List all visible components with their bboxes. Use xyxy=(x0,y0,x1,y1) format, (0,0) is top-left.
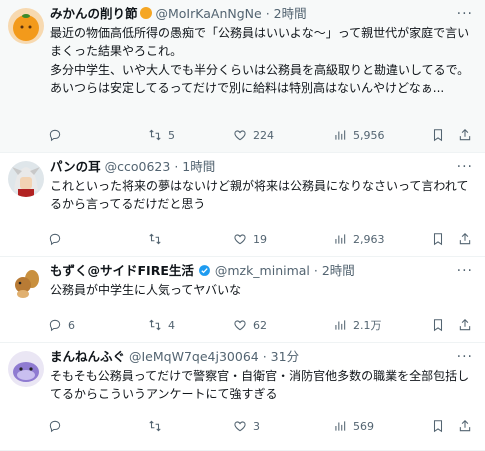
avatar[interactable] xyxy=(8,8,44,44)
tweet-header: まんねんふぐ @IeMqW7qe4j30064 · 31分 xyxy=(50,349,455,365)
bookmark-button[interactable] xyxy=(431,126,445,144)
retweet-button[interactable] xyxy=(148,417,168,435)
tweet-text: 公務員が中学生に人気ってヤバいな xyxy=(50,283,242,297)
action-bar: 19 2,963 xyxy=(48,230,473,248)
retweet-icon xyxy=(149,319,161,331)
retweet-button[interactable]: 4 xyxy=(148,316,175,334)
like-count: 19 xyxy=(253,232,267,246)
like-button[interactable]: 3 xyxy=(233,417,260,435)
like-icon xyxy=(234,421,246,432)
reply-button[interactable] xyxy=(48,417,68,435)
tweet-item[interactable]: パンの耳 @cco0623 · 1時間 ··· これといった将来の夢はないけど親… xyxy=(0,153,485,257)
retweet-icon xyxy=(149,129,161,141)
share-icon xyxy=(459,129,471,141)
handle[interactable]: @IeMqW7qe4j30064 xyxy=(129,349,259,364)
reply-count: 6 xyxy=(68,318,75,332)
reply-icon xyxy=(49,420,61,433)
tweet-header: もずく@サイドFIRE生活 @mzk_minimal · 2時間 xyxy=(50,263,455,279)
tweet-header: みかんの削り節 @MoIrKaAnNgNe · 2時間 xyxy=(50,6,455,22)
bookmark-icon xyxy=(433,420,443,433)
action-bar: 3 569 xyxy=(48,417,473,435)
handle[interactable]: @cco0623 xyxy=(105,159,171,174)
views-count: 569 xyxy=(353,419,374,433)
like-count: 3 xyxy=(253,419,260,433)
reply-icon xyxy=(49,233,61,246)
bookmark-button[interactable] xyxy=(431,316,445,334)
reply-icon xyxy=(49,129,61,142)
bookmark-icon xyxy=(433,319,443,332)
views-button[interactable]: 2.1万 xyxy=(333,316,382,334)
more-icon[interactable]: ··· xyxy=(457,349,473,365)
tweet-header: パンの耳 @cco0623 · 1時間 xyxy=(50,159,455,175)
bookmark-button[interactable] xyxy=(431,417,445,435)
retweet-icon xyxy=(149,233,161,245)
handle[interactable]: @MoIrKaAnNgNe xyxy=(156,6,262,21)
like-count: 62 xyxy=(253,318,267,332)
retweet-icon xyxy=(149,420,161,432)
tweet-item[interactable]: もずく@サイドFIRE生活 @mzk_minimal · 2時間 ··· 公務員… xyxy=(0,257,485,343)
more-icon[interactable]: ··· xyxy=(457,159,473,175)
display-name[interactable]: パンの耳 xyxy=(50,159,101,174)
display-name[interactable]: まんねんふぐ xyxy=(50,349,125,364)
bookmark-icon xyxy=(433,129,443,142)
action-bar: 6 4 62 2.1万 xyxy=(48,316,473,334)
tweet-text: そもそも公務員ってだけで警察官・自衛官・消防官他多数の職業を全部包括してるからこ… xyxy=(50,369,470,402)
reply-button[interactable] xyxy=(48,230,68,248)
like-button[interactable]: 19 xyxy=(233,230,267,248)
timestamp[interactable]: · 1時間 xyxy=(174,159,215,174)
retweet-button[interactable] xyxy=(148,230,168,248)
timestamp[interactable]: · 31分 xyxy=(263,349,299,364)
share-icon xyxy=(459,233,471,245)
action-bar: 5 224 5,956 xyxy=(48,126,473,144)
tweet-item[interactable]: みかんの削り節 @MoIrKaAnNgNe · 2時間 ··· 最近の物価高低所… xyxy=(0,0,485,153)
views-count: 2.1万 xyxy=(353,319,382,332)
more-icon[interactable]: ··· xyxy=(457,6,473,22)
tweet-item[interactable]: まんねんふぐ @IeMqW7qe4j30064 · 31分 ··· そもそも公務… xyxy=(0,343,485,451)
tweet-text: これといった将来の夢はないけど親が将来は公務員になりなさいって言われてるから言っ… xyxy=(50,179,469,212)
share-button[interactable] xyxy=(458,417,472,435)
orange-emoji-icon xyxy=(139,7,152,19)
like-count: 224 xyxy=(253,128,274,142)
reply-button[interactable] xyxy=(48,126,68,144)
reply-button[interactable]: 6 xyxy=(48,316,75,334)
views-button[interactable]: 2,963 xyxy=(333,230,385,248)
avatar[interactable] xyxy=(8,265,44,301)
handle[interactable]: @mzk_minimal xyxy=(215,263,310,278)
tweet-text: 最近の物価高低所得の愚痴で「公務員はいいよな〜」って親世代が家庭で言いまくった結… xyxy=(50,26,470,96)
bookmark-button[interactable] xyxy=(431,230,445,248)
views-icon xyxy=(335,234,346,244)
like-button[interactable]: 224 xyxy=(233,126,274,144)
timestamp[interactable]: · 2時間 xyxy=(266,6,307,21)
more-icon[interactable]: ··· xyxy=(457,263,473,279)
views-button[interactable]: 569 xyxy=(333,417,374,435)
views-count: 2,963 xyxy=(353,232,385,246)
verified-icon xyxy=(198,263,211,278)
views-icon xyxy=(335,130,346,140)
like-icon xyxy=(234,234,246,245)
share-button[interactable] xyxy=(458,230,472,248)
share-button[interactable] xyxy=(458,126,472,144)
avatar[interactable] xyxy=(8,351,44,387)
like-button[interactable]: 62 xyxy=(233,316,267,334)
views-count: 5,956 xyxy=(353,128,385,142)
timestamp[interactable]: · 2時間 xyxy=(314,263,355,278)
share-icon xyxy=(459,420,471,432)
like-icon xyxy=(234,130,246,141)
like-icon xyxy=(234,320,246,331)
views-icon xyxy=(335,421,346,431)
share-icon xyxy=(459,319,471,331)
display-name[interactable]: みかんの削り節 xyxy=(50,6,138,21)
views-icon xyxy=(335,320,346,330)
retweet-count: 4 xyxy=(168,318,175,332)
views-button[interactable]: 5,956 xyxy=(333,126,385,144)
retweet-button[interactable]: 5 xyxy=(148,126,175,144)
share-button[interactable] xyxy=(458,316,472,334)
reply-icon xyxy=(49,319,61,332)
retweet-count: 5 xyxy=(168,128,175,142)
bookmark-icon xyxy=(433,233,443,246)
display-name[interactable]: もずく@サイドFIRE生活 xyxy=(50,263,194,278)
avatar[interactable] xyxy=(8,161,44,197)
